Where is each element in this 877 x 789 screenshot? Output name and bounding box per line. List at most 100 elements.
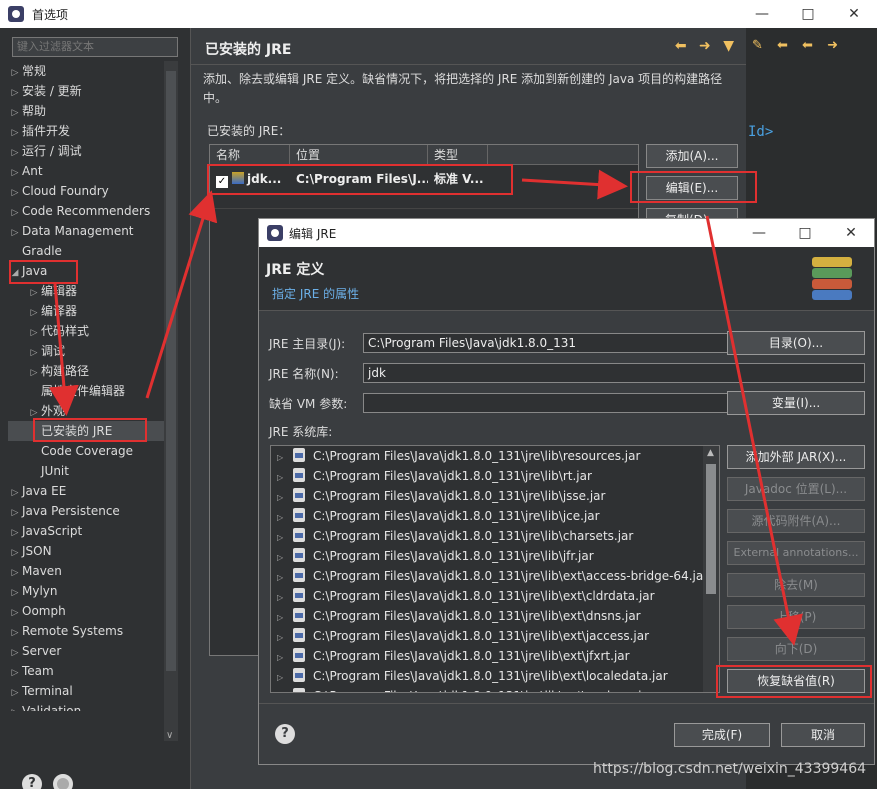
tree-item[interactable]: ▷ 编辑器 — [8, 281, 164, 301]
chevron-right-icon[interactable]: ▷ — [277, 528, 293, 548]
chevron-right-icon[interactable]: ▷ — [277, 588, 293, 608]
minimize-icon[interactable]: — — [736, 219, 782, 247]
restore-default-button[interactable]: 恢复缺省值(R) — [727, 669, 865, 693]
chevron-right-icon[interactable]: ▷ — [8, 223, 22, 243]
javadoc-location-button[interactable]: Javadoc 位置(L)... — [727, 477, 865, 501]
move-up-button[interactable]: 上移(P) — [727, 605, 865, 629]
tree-item[interactable]: ▷Validation — [8, 701, 164, 711]
chevron-right-icon[interactable]: ▷ — [8, 143, 22, 163]
maximize-icon[interactable]: □ — [782, 219, 828, 247]
list-item[interactable]: ▷ C:\Program Files\Java\jdk1.8.0_131\jre\… — [271, 666, 719, 686]
list-item[interactable]: ▷ C:\Program Files\Java\jdk1.8.0_131\jre\… — [271, 526, 719, 546]
cancel-button[interactable]: 取消 — [781, 723, 865, 747]
chevron-right-icon[interactable]: ▷ — [8, 163, 22, 183]
chevron-right-icon[interactable]: ▷ — [27, 403, 41, 423]
chevron-right-icon[interactable]: ▷ — [27, 303, 41, 323]
chevron-down-icon[interactable]: ∨ — [166, 730, 173, 741]
list-item[interactable]: ▷ C:\Program Files\Java\jdk1.8.0_131\jre\… — [271, 446, 719, 466]
source-attachment-button[interactable]: 源代码附件(A)... — [727, 509, 865, 533]
maximize-icon[interactable]: □ — [785, 0, 831, 28]
tree-item[interactable]: ▷ 插件开发 — [8, 121, 164, 141]
tree-item[interactable]: ▷ Remote Systems — [8, 621, 164, 641]
chevron-right-icon[interactable]: ▷ — [8, 663, 22, 683]
list-item[interactable]: ▷ C:\Program Files\Java\jdk1.8.0_131\jre\… — [271, 566, 719, 586]
record-icon[interactable] — [53, 774, 73, 789]
chevron-right-icon[interactable]: ▷ — [8, 483, 22, 503]
tree-item[interactable]: ▷ Maven — [8, 561, 164, 581]
chevron-right-icon[interactable]: ▷ — [8, 123, 22, 143]
tree-item[interactable]: ▷ Java Persistence — [8, 501, 164, 521]
chevron-right-icon[interactable]: ▷ — [8, 563, 22, 583]
tree-item[interactable]: ◢ Java — [8, 261, 164, 281]
chevron-right-icon[interactable]: ▷ — [8, 83, 22, 103]
library-scrollbar[interactable]: ▲ — [703, 446, 719, 692]
editor-toolbar[interactable]: ✎ ⬅ ⬅ ➜ — [746, 38, 877, 53]
jre-name-cell[interactable]: ✓ jdk... — [210, 169, 290, 189]
list-item[interactable]: ▷ C:\Program Files\Java\jdk1.8.0_131\jre\… — [271, 606, 719, 626]
tree-item[interactable]: ▷ 代码样式 — [8, 321, 164, 341]
chevron-right-icon[interactable]: ▷ — [277, 688, 293, 692]
chevron-right-icon[interactable]: ▷ — [8, 603, 22, 623]
chevron-right-icon[interactable]: ▷ — [8, 543, 22, 563]
chevron-right-icon[interactable]: ▷ — [277, 648, 293, 668]
minimize-icon[interactable]: — — [739, 0, 785, 28]
chevron-right-icon[interactable]: ▷ — [8, 63, 22, 83]
list-item[interactable]: ▷ C:\Program Files\Java\jdk1.8.0_131\jre\… — [271, 586, 719, 606]
tree-item[interactable]: 属性文件编辑器 — [8, 381, 164, 401]
tree-item[interactable]: ▷ 调试 — [8, 341, 164, 361]
tree-item[interactable]: Code Coverage — [8, 441, 164, 461]
chevron-right-icon[interactable]: ▷ — [8, 623, 22, 643]
tree-item[interactable]: 已安装的 JRE — [8, 421, 164, 441]
jre-home-input[interactable]: C:\Program Files\Java\jdk1.8.0_131 — [363, 333, 767, 353]
tree-item[interactable]: ▷ Terminal — [8, 681, 164, 701]
add-button[interactable]: 添加(A)... — [646, 144, 738, 168]
tree-item[interactable]: ▷ 外观 — [8, 401, 164, 421]
tree-item[interactable]: JUnit — [8, 461, 164, 481]
chevron-right-icon[interactable]: ▷ — [27, 343, 41, 363]
tree-scrollbar[interactable]: ∨ — [164, 61, 178, 741]
chevron-right-icon[interactable]: ▷ — [277, 508, 293, 528]
tree-item[interactable]: ▷ 构建路径 — [8, 361, 164, 381]
chevron-right-icon[interactable]: ▷ — [8, 503, 22, 523]
chevron-right-icon[interactable]: ▷ — [8, 683, 22, 703]
column-header[interactable]: 类型 — [428, 145, 488, 164]
tree-item[interactable]: ▷ 运行 / 调试 — [8, 141, 164, 161]
chevron-right-icon[interactable]: ▷ — [277, 548, 293, 568]
tree-item[interactable]: ▷ Java EE — [8, 481, 164, 501]
chevron-right-icon[interactable]: ▷ — [277, 568, 293, 588]
chevron-right-icon[interactable]: ▷ — [8, 583, 22, 603]
chevron-up-icon[interactable]: ▲ — [707, 448, 714, 458]
list-item[interactable]: ▷ C:\Program Files\Java\jdk1.8.0_131\jre\… — [271, 686, 719, 692]
list-item[interactable]: ▷ C:\Program Files\Java\jdk1.8.0_131\jre\… — [271, 466, 719, 486]
chevron-right-icon[interactable]: ▷ — [8, 203, 22, 223]
tree-item[interactable]: ▷ Cloud Foundry — [8, 181, 164, 201]
chevron-right-icon[interactable]: ▷ — [27, 323, 41, 343]
chevron-right-icon[interactable]: ▷ — [277, 668, 293, 688]
chevron-right-icon[interactable]: ▷ — [277, 468, 293, 488]
close-icon[interactable]: ✕ — [831, 0, 877, 28]
tree-item[interactable]: ▷ 帮助 — [8, 101, 164, 121]
list-item[interactable]: ▷ C:\Program Files\Java\jdk1.8.0_131\jre\… — [271, 646, 719, 666]
close-icon[interactable]: ✕ — [828, 219, 874, 247]
tree-item[interactable]: ▷ Mylyn — [8, 581, 164, 601]
remove-button[interactable]: 除去(M) — [727, 573, 865, 597]
help-icon[interactable]: ? — [275, 724, 295, 744]
finish-button[interactable]: 完成(F) — [674, 723, 770, 747]
scroll-thumb[interactable] — [166, 71, 176, 671]
chevron-down-icon[interactable]: ◢ — [8, 263, 22, 283]
add-external-jar-button[interactable]: 添加外部 JAR(X)... — [727, 445, 865, 469]
help-icon[interactable]: ? — [22, 774, 42, 789]
scroll-thumb[interactable] — [706, 464, 716, 594]
chevron-right-icon[interactable]: ▷ — [277, 488, 293, 508]
variables-button[interactable]: 变量(I)... — [727, 391, 865, 415]
tree-item[interactable]: ▷ Team — [8, 661, 164, 681]
directory-button[interactable]: 目录(O)... — [727, 331, 865, 355]
column-header[interactable]: 位置 — [290, 145, 428, 164]
list-item[interactable]: ▷ C:\Program Files\Java\jdk1.8.0_131\jre\… — [271, 546, 719, 566]
tree-item[interactable]: ▷ Oomph — [8, 601, 164, 621]
tree-item[interactable]: ▷ Ant — [8, 161, 164, 181]
chevron-right-icon[interactable]: ▷ — [277, 628, 293, 648]
tree-item[interactable]: ▷ 常规 — [8, 61, 164, 81]
chevron-right-icon[interactable]: ▷ — [277, 608, 293, 628]
column-header[interactable]: 名称 — [210, 145, 290, 164]
